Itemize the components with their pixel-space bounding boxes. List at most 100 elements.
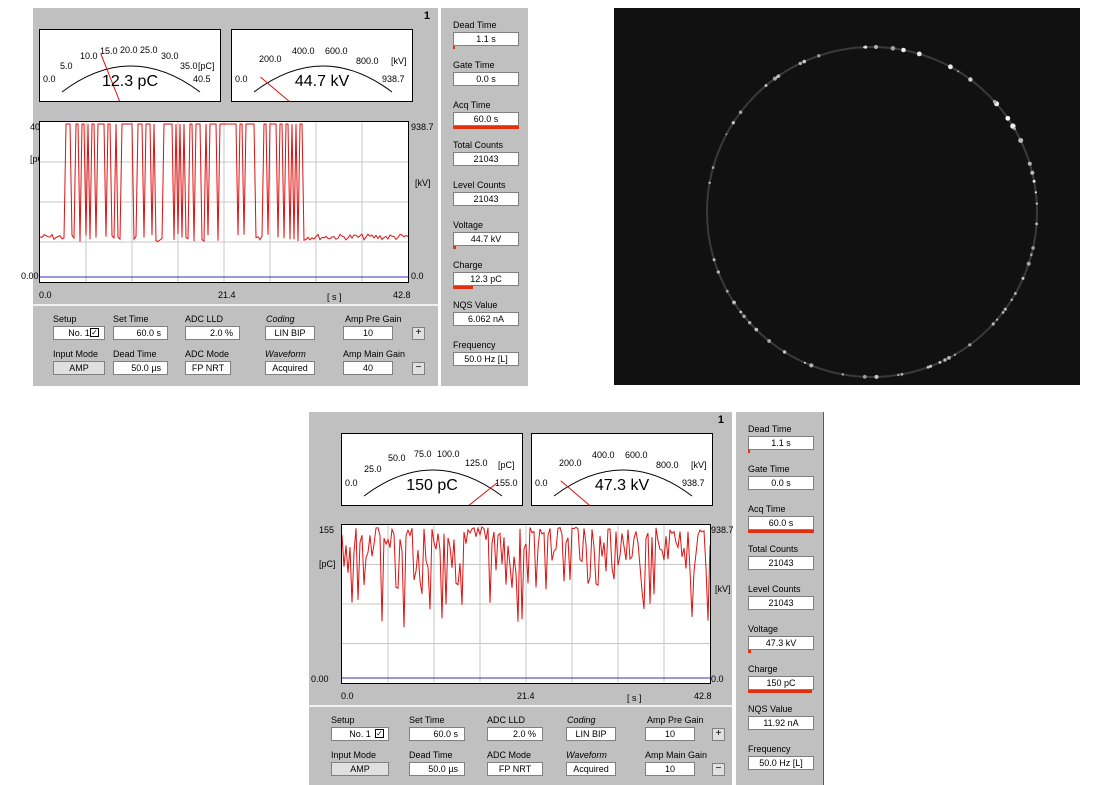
adc-mode-field[interactable]: FP NRT [185,361,231,375]
setup-value: No. 1 [68,328,90,338]
pre-gain-label: Amp Pre Gain [345,314,402,324]
readout-value: 6.062 nA [453,312,519,326]
readout-value: 0.0 s [453,72,519,86]
coding-label: Coding [567,715,596,725]
plot-area [40,122,408,282]
discharge-spot [968,77,973,82]
voltage-gauge-value: 47.3 kV [594,477,650,494]
waveform-field[interactable]: Acquired [566,762,616,776]
input-mode-field[interactable]: AMP [53,361,105,375]
x-tick: 42.8 [694,691,712,701]
gauge-unit: [kV] [691,460,707,470]
setup-checkbox[interactable]: ✓ [375,729,384,738]
coding-field[interactable]: LIN BIP [566,727,616,741]
readout-value: 11.92 nA [748,716,814,730]
input-mode-label: Input Mode [331,750,377,760]
y-right-max: 938.7 [411,122,434,132]
discharge-spot [943,358,947,362]
readout-value: 0.0 s [748,476,814,490]
y-left-min: 0.00 [311,674,329,684]
gauge-tick: 25.0 [364,464,382,474]
readout-label: Gate Time [748,464,790,474]
discharge-spot [947,356,951,360]
charge-gauge-value: 150 pC [406,477,458,494]
main-gain-decrease-button[interactable]: − [412,362,425,375]
charge-gauge-value: 12.3 pC [101,73,159,90]
readout-value: 50.0 Hz [L] [748,756,814,770]
discharge-spot [1035,222,1038,226]
discharge-spot [928,364,933,368]
adc-lld-field[interactable]: 2.0 % [487,727,543,741]
x-tick: 0.0 [39,290,52,300]
readout-label: Charge [453,260,483,270]
pre-gain-label: Amp Pre Gain [647,715,704,725]
gauge-tick: 35.0 [180,61,198,71]
pre-gain-increase-button[interactable]: + [412,327,425,340]
adc-lld-field[interactable]: 2.0 % [185,326,240,340]
discharge-spot [874,45,878,49]
gauge-tick: 15.0 [100,46,118,56]
dead-time-field[interactable]: 50.0 µs [113,361,168,375]
panel-number: 1 [423,10,430,22]
pre-gain-field[interactable]: 10 [645,727,695,741]
gauge-tick: 75.0 [414,449,432,459]
discharge-spot [1032,179,1036,183]
set-time-field[interactable]: 60.0 s [113,326,168,340]
pre-gain-increase-button[interactable]: + [712,728,725,741]
set-time-field[interactable]: 60.0 s [409,727,465,741]
discharge-spot [1027,161,1032,166]
readout-label: Gate Time [453,60,495,70]
readout-value: 60.0 s [748,516,814,530]
discharge-spot [1026,261,1031,266]
main-gain-field[interactable]: 10 [645,762,695,776]
readout-value: 21043 [453,152,519,166]
readout-value: 47.3 kV [748,636,814,650]
discharge-spot [782,350,787,354]
discharge-spot [708,181,711,184]
setup-label: Setup [331,715,355,725]
discharge-spot [732,300,736,304]
discharge-spot [901,47,906,53]
ring-image [706,45,1038,379]
readout-level-bar [453,246,456,249]
settings-area: Setup No. 1 ✓ Set Time 60.0 s ADC LLD 2.… [33,304,438,386]
plot-area [342,525,710,683]
x-tick: 21.4 [517,691,535,701]
readout-label: Total Counts [748,544,799,554]
input-mode-field[interactable]: AMP [331,762,389,776]
discharge-spot [900,372,904,376]
main-gain-field[interactable]: 40 [343,361,393,375]
y-right-min: 0.0 [711,674,724,684]
main-gain-decrease-button[interactable]: − [712,763,725,776]
waveform-field[interactable]: Acquired [265,361,315,375]
readout-level-bar [748,450,750,453]
readout-label: Frequency [748,744,791,754]
readout-level-bar [748,650,751,653]
discharge-spot [748,321,752,325]
adc-mode-field[interactable]: FP NRT [487,762,543,776]
discharge-spot [957,70,960,73]
setup-checkbox[interactable]: ✓ [90,328,99,337]
readout-value: 12.3 pC [453,272,519,286]
pre-gain-field[interactable]: 10 [343,326,393,340]
x-tick: 21.4 [218,290,236,300]
readout-label: Level Counts [453,180,506,190]
voltage-gauge: 0.0 200.0 400.0 600.0 800.0 [kV] 938.7 4… [231,29,413,102]
gauge-tick: 30.0 [161,51,179,61]
gauge-tick: 400.0 [292,46,315,56]
coding-field[interactable]: LIN BIP [265,326,315,340]
readout-level-bar [453,126,519,129]
readout-level-bar [748,530,814,533]
y-left-min: 0.00 [21,271,39,281]
charge-time-plot [39,121,409,283]
coding-label: Coding [266,314,295,324]
x-unit: [ s ] [627,693,642,703]
panel-number: 1 [717,414,724,426]
gauge-tick: 600.0 [325,46,348,56]
settings-area: Setup No. 1 ✓ Set Time 60.0 s ADC LLD 2.… [309,705,732,785]
discharge-spot [874,374,879,379]
dead-time-field[interactable]: 50.0 µs [409,762,465,776]
gauge-tick: 10.0 [80,51,98,61]
setup-value: No. 1 [349,729,371,739]
main-gain-label: Amp Main Gain [645,750,708,760]
